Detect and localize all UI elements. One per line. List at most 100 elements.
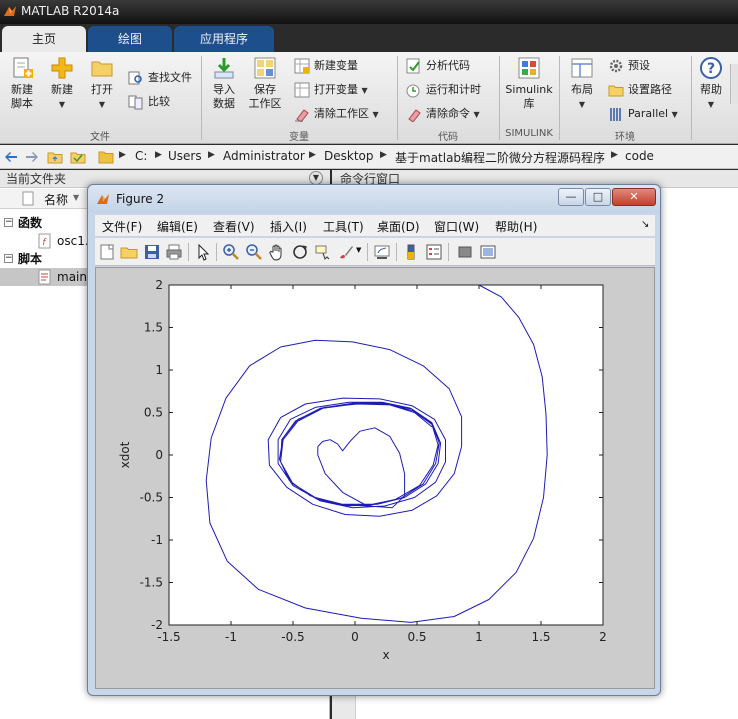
breadcrumb-item[interactable]: C: <box>135 149 147 163</box>
show-plot-tools-icon[interactable] <box>479 243 497 261</box>
preferences-button[interactable]: 预设 <box>608 56 650 76</box>
new-variable-label: 新建变量 <box>314 59 358 72</box>
brush-icon[interactable] <box>337 243 355 261</box>
simulink-section-label: SIMULINK <box>505 128 553 139</box>
compare-button[interactable]: 比较 <box>128 92 170 112</box>
zoom-out-icon[interactable] <box>245 243 263 261</box>
group-label-scripts: 脚本 <box>18 252 43 266</box>
analyze-code-label: 分析代码 <box>426 59 470 72</box>
menu-help[interactable]: 帮助(H) <box>495 218 537 235</box>
find-files-button[interactable]: 查找文件 <box>128 68 192 88</box>
gear-icon <box>609 59 623 73</box>
print-icon[interactable] <box>165 243 183 261</box>
figure-canvas[interactable]: -1.5 -1 -0.5 0 0.5 1 1.5 2 -2 -1.5 -1 -0.5 0 0.5 1 1.5 2… <box>95 267 655 689</box>
colorbar-icon[interactable] <box>402 243 420 261</box>
layout-button[interactable]: 布局 ▼ <box>564 56 600 112</box>
import-data-button[interactable]: 导入 数据 <box>206 56 242 111</box>
new-figure-icon[interactable] <box>98 243 116 261</box>
code-section-label: 代码 <box>438 132 458 143</box>
menu-view[interactable]: 查看(V) <box>213 218 255 235</box>
forward-arrow-icon[interactable] <box>24 149 40 165</box>
run-and-time-button[interactable]: 运行和计时 <box>406 80 481 100</box>
maximize-button[interactable]: □ <box>585 188 611 206</box>
tab-home[interactable]: 主页 <box>2 26 86 52</box>
new-button[interactable]: 新建 ▼ <box>44 56 80 112</box>
close-button[interactable]: ✕ <box>612 188 656 206</box>
y-tick-label: 1 <box>155 363 163 377</box>
menu-window[interactable]: 窗口(W) <box>434 218 479 235</box>
minimize-button[interactable]: — <box>558 188 584 206</box>
open-variable-button[interactable]: 打开变量 ▼ <box>294 80 368 100</box>
breadcrumb-separator: ▶ <box>119 150 126 160</box>
clear-workspace-button[interactable]: 清除工作区 ▼ <box>294 104 379 124</box>
clear-workspace-icon <box>295 109 309 122</box>
legend-icon[interactable] <box>425 243 443 261</box>
data-cursor-icon[interactable] <box>314 243 332 261</box>
parallel-label: Parallel <box>628 107 669 120</box>
pan-hand-icon[interactable] <box>268 243 286 261</box>
breadcrumb-item[interactable]: Administrator <box>223 149 305 163</box>
clear-commands-button[interactable]: 清除命令 ▼ <box>406 104 480 124</box>
menu-insert[interactable]: 插入(I) <box>270 218 307 235</box>
x-tick-label: -1.5 <box>157 630 180 644</box>
parallel-button[interactable]: Parallel ▼ <box>608 104 678 124</box>
save-icon[interactable] <box>143 243 161 261</box>
chevron-down-icon[interactable]: ▼ <box>356 246 361 254</box>
menu-desktop[interactable]: 桌面(D) <box>377 218 420 235</box>
breadcrumb-item[interactable]: Desktop <box>324 149 374 163</box>
breadcrumb-item[interactable]: code <box>625 149 654 163</box>
zoom-in-icon[interactable] <box>222 243 240 261</box>
ribbon-overflow[interactable] <box>730 64 738 104</box>
browse-folder-icon[interactable] <box>70 149 86 165</box>
new-script-label-2: 脚本 <box>11 97 33 110</box>
phase-plot[interactable]: -1.5 -1 -0.5 0 0.5 1 1.5 2-2-1.5-1-0.500.511.52… <box>96 268 654 688</box>
collapse-icon[interactable]: − <box>4 218 13 227</box>
breadcrumb-item[interactable]: 基于matlab编程二阶微分方程源码程序 <box>395 149 605 166</box>
chevron-down-icon: ▼ <box>361 86 368 95</box>
breadcrumb-item[interactable]: Users <box>168 149 202 163</box>
new-variable-button[interactable]: 新建变量 <box>294 56 358 76</box>
panel-menu-icon[interactable]: ▼ <box>309 171 323 185</box>
file-name: main <box>57 270 87 284</box>
tab-apps[interactable]: 应用程序 <box>174 26 274 52</box>
menu-tools[interactable]: 工具(T) <box>323 218 364 235</box>
analyze-code-button[interactable]: 分析代码 <box>406 56 470 76</box>
chevron-down-icon: ▼ <box>473 110 480 119</box>
set-path-button[interactable]: 设置路径 <box>608 80 672 100</box>
axes-background[interactable] <box>168 284 604 626</box>
chevron-down-icon: ▼ <box>98 100 106 109</box>
clear-commands-label: 清除命令 <box>426 107 470 120</box>
menu-file[interactable]: 文件(F) <box>102 218 142 235</box>
app-title: MATLAB R2014a <box>21 4 120 18</box>
chevron-down-icon: ▼ <box>578 100 586 109</box>
preferences-label: 预设 <box>628 59 650 72</box>
up-folder-icon[interactable] <box>47 149 63 165</box>
x-tick-label: 2 <box>599 630 607 644</box>
new-script-button[interactable]: 新建 脚本 <box>4 56 40 111</box>
link-plot-icon[interactable] <box>373 243 391 261</box>
collapse-icon[interactable]: − <box>4 254 13 263</box>
hide-plot-tools-icon[interactable] <box>456 243 474 261</box>
back-arrow-icon[interactable] <box>3 149 19 165</box>
name-column-header[interactable]: 名称 <box>44 191 68 208</box>
open-label: 打开 <box>91 83 113 96</box>
breadcrumb-separator: ▶ <box>611 150 618 160</box>
analyze-code-icon <box>406 58 420 74</box>
find-files-label: 查找文件 <box>148 71 192 84</box>
figure-titlebar[interactable]: Figure 2 — □ ✕ <box>88 185 660 213</box>
x-tick-label: -0.5 <box>281 630 304 644</box>
save-workspace-button[interactable]: 保存 工作区 <box>244 56 286 111</box>
tab-plots[interactable]: 绘图 <box>88 26 172 52</box>
open-file-icon[interactable] <box>120 243 138 261</box>
help-label: 帮助 <box>700 83 722 96</box>
simulink-label-2: 库 <box>523 97 535 110</box>
help-button[interactable]: ? 帮助 ▼ <box>695 56 727 112</box>
pointer-icon[interactable] <box>194 243 212 261</box>
y-axis-label: xdot <box>118 441 132 468</box>
open-button[interactable]: 打开 ▼ <box>84 56 120 112</box>
chevron-down-icon: ▼ <box>372 110 379 119</box>
simulink-library-button[interactable]: Simulink 库 <box>504 56 554 111</box>
rotate-3d-icon[interactable] <box>291 243 309 261</box>
menubar-dock-icon[interactable]: ↘ <box>641 219 649 230</box>
menu-edit[interactable]: 编辑(E) <box>157 218 198 235</box>
